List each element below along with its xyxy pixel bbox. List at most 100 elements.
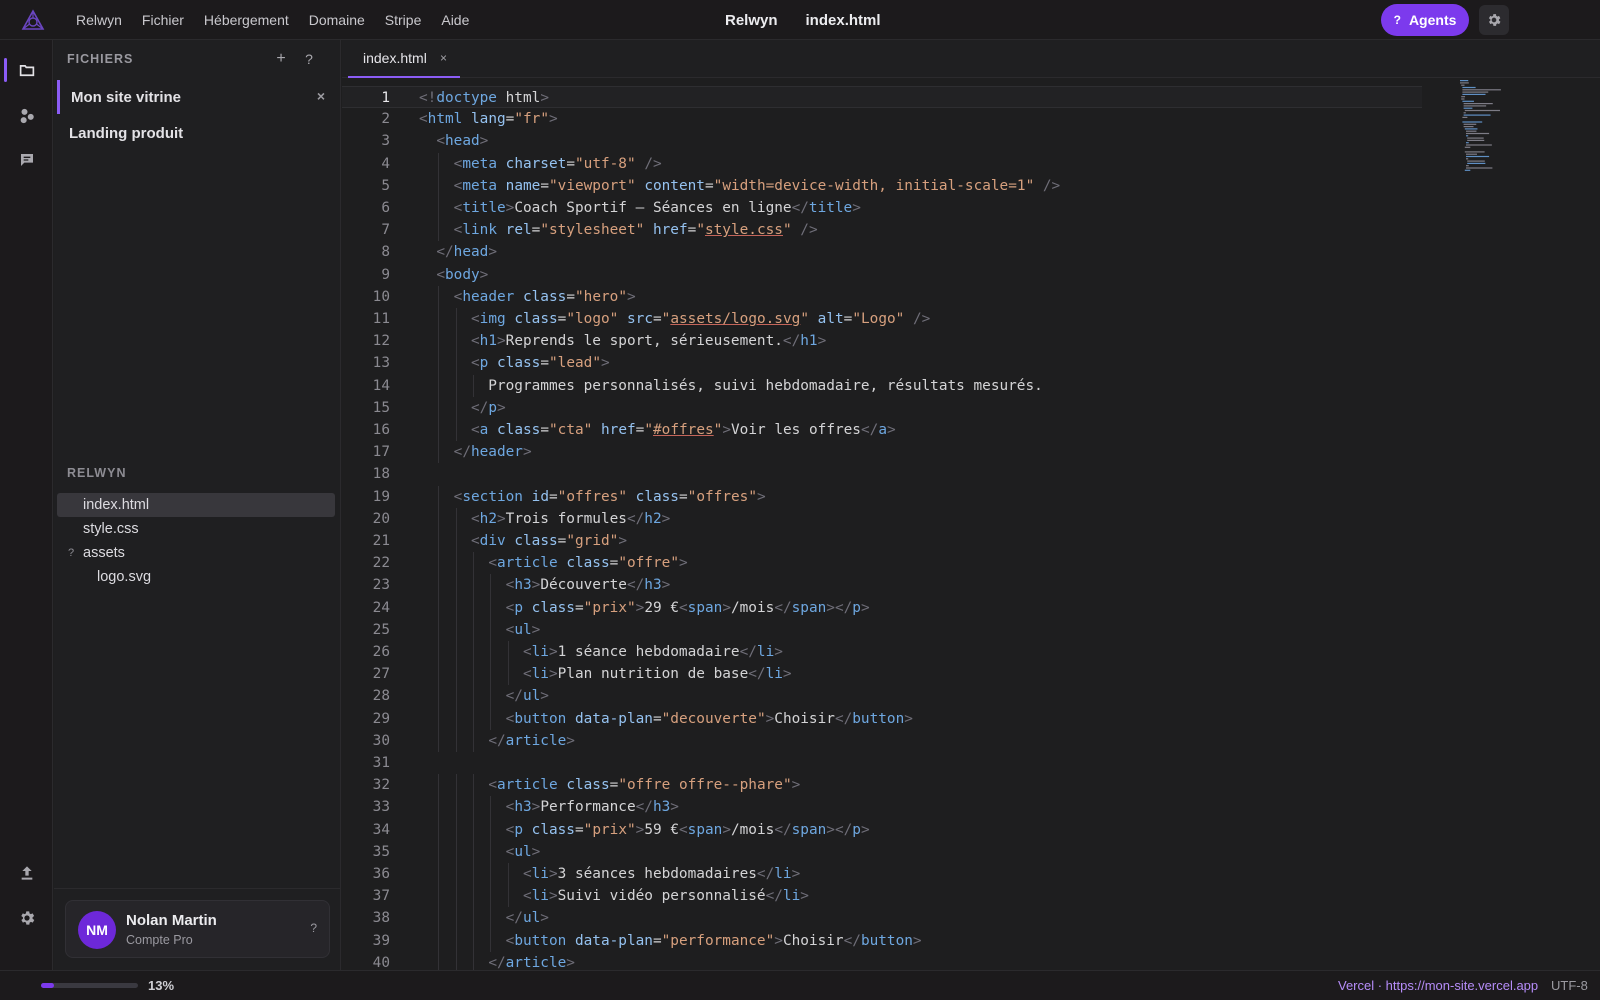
code-text: <html lang="fr"> xyxy=(419,111,558,128)
code-line[interactable]: 34 <p class="prix">59 €<span>/mois</span… xyxy=(342,819,1422,841)
code-line[interactable]: 2 <html lang="fr"> xyxy=(342,108,1422,130)
agents-button[interactable]: ? Agents xyxy=(1381,4,1469,36)
code-line[interactable]: 9 <body> xyxy=(342,264,1422,286)
indent-guide xyxy=(438,774,440,797)
code-line[interactable]: 12 <h1>Reprends le sport, sérieusement.<… xyxy=(342,330,1422,352)
tree-item-style-css[interactable]: style.css xyxy=(57,517,335,541)
code-line[interactable]: 24 <p class="prix">29 €<span>/mois</span… xyxy=(342,597,1422,619)
top-bar: Relwyn Fichier Hébergement Domaine Stripe Aid… xyxy=(0,0,1600,40)
tab-index-html[interactable]: index.html × xyxy=(348,40,460,78)
code-line[interactable]: 7 <link rel="stylesheet" href="style.css… xyxy=(342,219,1422,241)
user-card[interactable]: NM Nolan Martin Compte Pro ? xyxy=(65,900,330,958)
code-line[interactable]: 13 <p class="lead"> xyxy=(342,352,1422,374)
code-line[interactable]: 6 <title>Coach Sportif — Séances en lign… xyxy=(342,197,1422,219)
deploy-link[interactable]: Vercel · https://mon-site.vercel.app xyxy=(1338,978,1538,993)
code-line[interactable]: 28 </ul> xyxy=(342,685,1422,707)
indent-guide xyxy=(438,530,440,553)
activity-upload-button[interactable] xyxy=(0,853,53,893)
code-line[interactable]: 26 <li>1 séance hebdomadaire</li> xyxy=(342,641,1422,663)
indent-guide xyxy=(473,663,475,686)
code-line[interactable]: 11 <img class="logo" src="assets/logo.sv… xyxy=(342,308,1422,330)
add-file-button[interactable]: + xyxy=(270,48,292,70)
minimap[interactable] xyxy=(1458,78,1530,182)
code-line[interactable]: 32 <article class="offre offre--phare"> xyxy=(342,774,1422,796)
code-line[interactable]: 27 <li>Plan nutrition de base</li> xyxy=(342,663,1422,685)
code-line[interactable]: 33 <h3>Performance</h3> xyxy=(342,796,1422,818)
code-line[interactable]: 14 Programmes personnalisés, suivi hebdo… xyxy=(342,375,1422,397)
code-line[interactable]: 37 <li>Suivi vidéo personnalisé</li> xyxy=(342,885,1422,907)
menu-item-hebergement[interactable]: Hébergement xyxy=(194,12,299,28)
code-line[interactable]: 4 <meta charset="utf-8" /> xyxy=(342,153,1422,175)
tree-item-logo-svg[interactable]: logo.svg xyxy=(57,565,335,589)
code-line[interactable]: 21 <div class="grid"> xyxy=(342,530,1422,552)
code-line[interactable]: 17 </header> xyxy=(342,441,1422,463)
code-line[interactable]: 3 <head> xyxy=(342,130,1422,152)
activity-settings-button[interactable] xyxy=(0,898,53,938)
minimap-line xyxy=(1466,130,1477,132)
indent-guide xyxy=(438,596,440,619)
code-line[interactable]: 30 </article> xyxy=(342,730,1422,752)
close-icon[interactable]: × xyxy=(317,88,325,104)
menu-item-domaine[interactable]: Domaine xyxy=(299,12,375,28)
user-name: Nolan Martin xyxy=(126,912,217,929)
menu-item-stripe[interactable]: Stripe xyxy=(375,12,432,28)
close-icon[interactable]: × xyxy=(440,51,447,65)
minimap-line xyxy=(1467,139,1485,141)
activity-chat-button[interactable] xyxy=(0,140,53,180)
code-line[interactable]: 10 <header class="hero"> xyxy=(342,286,1422,308)
indent-guide xyxy=(438,485,440,508)
minimap-line xyxy=(1466,132,1490,135)
code-line[interactable]: 31 xyxy=(342,752,1422,774)
code-line[interactable]: 20 <h2>Trois formules</h2> xyxy=(342,508,1422,530)
tree-folder-assets[interactable]: ? assets xyxy=(57,541,335,565)
tree-item-index-html[interactable]: index.html xyxy=(57,493,335,517)
indent-guide xyxy=(455,796,457,819)
project-item-mon-site-vitrine[interactable]: Mon site vitrine × xyxy=(57,80,335,114)
menu-item-fichier[interactable]: Fichier xyxy=(132,12,194,28)
code-text: <ul> xyxy=(505,621,541,638)
relwyn-logo-icon[interactable] xyxy=(21,9,45,31)
code-line[interactable]: 39 <button data-plan="performance">Chois… xyxy=(342,930,1422,952)
code-line[interactable]: 8 </head> xyxy=(342,241,1422,263)
menu-item-aide[interactable]: Aide xyxy=(431,12,479,28)
indent-guide xyxy=(473,641,475,664)
code-line[interactable]: 23 <h3>Découverte</h3> xyxy=(342,574,1422,596)
line-number: 14 xyxy=(372,377,390,394)
line-number: 18 xyxy=(372,466,390,483)
code-line[interactable]: 22 <article class="offre"> xyxy=(342,552,1422,574)
line-number: 24 xyxy=(372,599,390,616)
encoding-indicator[interactable]: UTF-8 xyxy=(1551,978,1588,993)
code-text: <li>Suivi vidéo personnalisé</li> xyxy=(522,888,809,905)
window-title: Relwyn index.html xyxy=(725,0,881,40)
code-line[interactable]: 38 </ul> xyxy=(342,907,1422,929)
tab-label: index.html xyxy=(363,50,427,66)
line-number: 15 xyxy=(372,399,390,416)
files-help-button[interactable]: ? xyxy=(298,48,320,70)
code-line[interactable]: 16 <a class="cta" href="#offres">Voir le… xyxy=(342,419,1422,441)
code-line[interactable]: 36 <li>3 séances hebdomadaires</li> xyxy=(342,863,1422,885)
indent-guide xyxy=(473,840,475,863)
folder-toggle-icon[interactable]: ? xyxy=(68,547,74,559)
project-item-landing-produit[interactable]: Landing produit xyxy=(57,116,335,150)
activity-files-button[interactable] xyxy=(0,50,53,90)
code-editor[interactable]: 1 <!doctype html> 2 <html lang="fr"> 3 <head… xyxy=(342,78,1600,970)
code-line[interactable]: 35 <ul> xyxy=(342,841,1422,863)
code-line[interactable]: 25 <ul> xyxy=(342,619,1422,641)
project-label: Landing produit xyxy=(69,124,184,142)
line-number: 12 xyxy=(372,333,390,350)
code-line[interactable]: 29 <button data-plan="decouverte">Choisi… xyxy=(342,708,1422,730)
code-line[interactable]: 5 <meta name="viewport" content="width=d… xyxy=(342,175,1422,197)
menu-item-relwyn[interactable]: Relwyn xyxy=(66,12,132,28)
code-line[interactable]: 15 </p> xyxy=(342,397,1422,419)
minimap-line xyxy=(1462,93,1486,95)
code-line[interactable]: 1 <!doctype html> xyxy=(342,86,1422,109)
account-help-icon[interactable]: ? xyxy=(310,921,317,935)
indent-guide xyxy=(438,663,440,686)
code-line[interactable]: 19 <section id="offres" class="offres"> xyxy=(342,486,1422,508)
settings-button[interactable] xyxy=(1479,5,1509,35)
code-line[interactable]: 18 xyxy=(342,463,1422,485)
avatar: NM xyxy=(78,911,116,949)
code-line[interactable]: 40 </article> xyxy=(342,952,1422,970)
activity-extensions-button[interactable] xyxy=(0,96,53,136)
line-number: 22 xyxy=(372,555,390,572)
